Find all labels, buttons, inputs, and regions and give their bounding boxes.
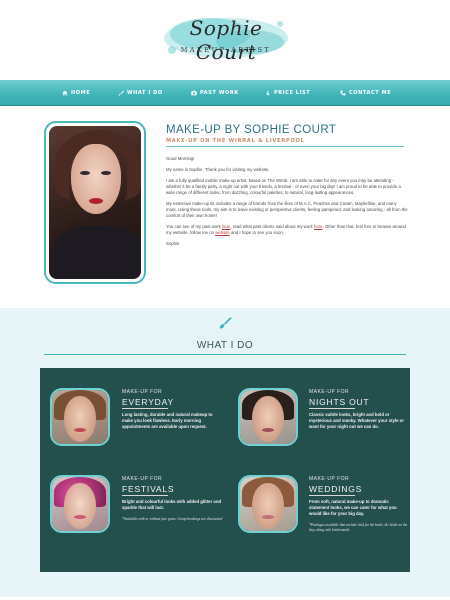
nav-label: PRICE LIST — [274, 90, 311, 96]
service-heading: EVERYDAY — [122, 397, 174, 407]
service-divider — [309, 495, 355, 496]
intro-text-fragment: and I hope to see you soon. — [229, 230, 285, 235]
nav-item-what-i-do[interactable]: WHAT I DO — [118, 80, 163, 106]
title-divider — [166, 146, 404, 147]
intro-greeting: Good Morning! — [166, 156, 195, 161]
camera-icon — [191, 90, 197, 96]
social-link[interactable]: website — [215, 230, 230, 235]
nav-item-past-work[interactable]: PAST WORK — [191, 80, 239, 106]
profile-photo — [49, 126, 141, 279]
intro-paragraph: I am a fully qualified mobile make-up ar… — [166, 178, 401, 195]
logo-subtitle: MAKEUP ARTIST — [180, 46, 272, 54]
pound-icon — [266, 91, 270, 96]
service-description: From soft, natural make-up to dramatic s… — [309, 499, 397, 516]
intro-paragraph: My name is Sophie. Thank you for visitin… — [166, 167, 270, 172]
brush-icon — [219, 317, 232, 329]
page-subtitle: MAKE-UP ON THE WIRRAL & LIVERPOOL — [166, 138, 305, 144]
intro-signoff: Sophie — [166, 241, 180, 246]
service-label: MAKE-UP FOR — [122, 389, 163, 395]
section-divider — [44, 354, 406, 355]
service-label: MAKE-UP FOR — [309, 389, 350, 395]
service-divider — [122, 408, 168, 409]
nav-item-home[interactable]: HOME — [62, 80, 90, 106]
service-heading: WEDDINGS — [309, 484, 363, 494]
phone-icon — [340, 90, 346, 96]
service-description: Long lasting, durable and natural makeup… — [122, 412, 213, 429]
site-logo[interactable]: Sophie Court MAKEUP ARTIST — [160, 6, 292, 66]
nav-label: WHAT I DO — [127, 90, 163, 96]
site-header: Sophie Court MAKEUP ARTIST — [0, 0, 450, 80]
intro-text: Good Morning! My name is Sophie. Thank y… — [166, 156, 408, 252]
service-description: Classic subtle looks, bright and bold or… — [309, 412, 404, 429]
reviews-link[interactable]: here — [314, 224, 323, 229]
brush-icon — [118, 90, 124, 96]
service-image-festivals[interactable] — [50, 475, 110, 533]
nav-label: CONTACT ME — [349, 90, 392, 96]
intro-text-fragment: , read what past clients said about my w… — [230, 224, 314, 229]
service-heading: NIGHTS OUT — [309, 397, 370, 407]
service-image-weddings[interactable] — [238, 475, 298, 533]
service-heading: FESTIVALS — [122, 484, 175, 494]
service-note: *Packages available that include trial f… — [309, 523, 408, 532]
service-image-nights-out[interactable] — [238, 388, 298, 446]
nav-item-price-list[interactable]: PRICE LIST — [265, 80, 310, 106]
home-icon — [62, 90, 68, 96]
service-description: Bright and colourful looks with added gl… — [122, 499, 222, 510]
profile-photo-frame — [44, 121, 146, 284]
service-image-everyday[interactable] — [50, 388, 110, 446]
nav-label: HOME — [71, 90, 91, 96]
intro-paragraph: You can see of my past work here, read w… — [166, 224, 408, 236]
page-title: MAKE-UP BY SOPHIE COURT — [166, 124, 337, 136]
service-label: MAKE-UP FOR — [122, 476, 163, 482]
nav-item-contact-me[interactable]: CONTACT ME — [340, 80, 391, 106]
past-work-link[interactable]: here — [222, 224, 231, 229]
service-divider — [122, 495, 168, 496]
logo-name: Sophie Court — [189, 16, 263, 64]
service-divider — [309, 408, 355, 409]
service-note: *Available with or without face gems. Gr… — [122, 517, 223, 521]
intro-text-fragment: You can see of my past work — [166, 224, 222, 229]
nav-label: PAST WORK — [200, 90, 239, 96]
section-title: WHAT I DO — [196, 340, 254, 351]
main-nav: HOME WHAT I DO PAST WORK PRICE LIST CONT… — [0, 80, 450, 106]
intro-paragraph: My extensive make-up kit includes a rang… — [166, 201, 408, 218]
service-label: MAKE-UP FOR — [309, 476, 350, 482]
